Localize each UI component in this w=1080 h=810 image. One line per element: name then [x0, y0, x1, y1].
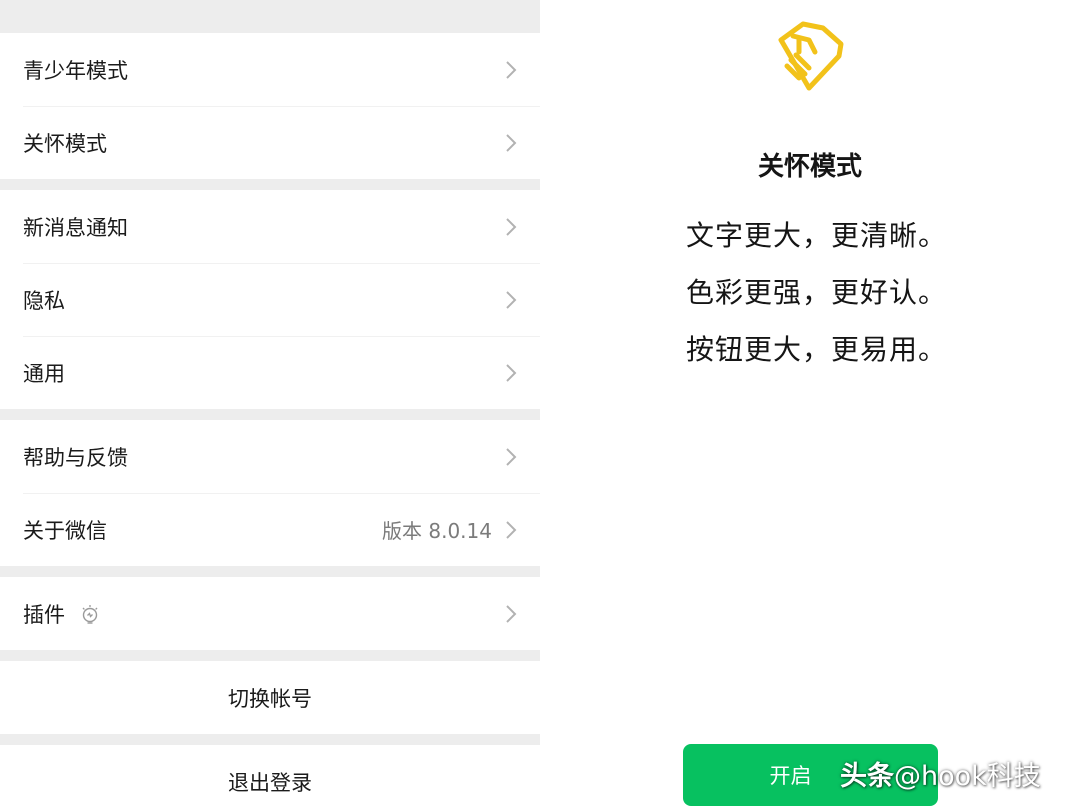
logout-button[interactable]: 退出登录	[0, 745, 540, 810]
chevron-right-icon	[506, 217, 517, 236]
care-mode-feature-line: 文字更大，更清晰。	[686, 219, 948, 252]
group-gap	[0, 409, 540, 420]
settings-item-label: 插件	[23, 602, 65, 627]
group-gap	[0, 566, 540, 577]
group-gap	[0, 650, 540, 661]
chevron-right-icon	[506, 363, 517, 382]
watermark-handle: @hook科技	[894, 761, 1041, 792]
care-hands-heart-icon	[778, 21, 844, 91]
enable-button-label: 开启	[769, 764, 812, 788]
chevron-right-icon	[506, 447, 517, 466]
settings-item-label: 青少年模式	[23, 58, 128, 83]
settings-panel: 青少年模式 关怀模式 新消息通知 隐私 通用 帮助与反馈 关于微信 版本 8.0…	[0, 0, 540, 810]
settings-item-plugins[interactable]: 插件	[0, 577, 540, 650]
care-mode-panel: 关怀模式 文字更大，更清晰。 色彩更强，更好认。 按钮更大，更易用。 开启 头条…	[540, 0, 1080, 810]
care-mode-feature-line: 按钮更大，更易用。	[686, 333, 948, 366]
watermark-brand: 头条	[840, 761, 894, 792]
chevron-right-icon	[506, 604, 517, 623]
chevron-right-icon	[506, 520, 517, 539]
chevron-right-icon	[506, 60, 517, 79]
care-mode-title: 关怀模式	[757, 152, 862, 182]
settings-item-label: 关怀模式	[23, 131, 107, 156]
settings-item-label: 帮助与反馈	[23, 445, 128, 470]
group-gap	[0, 734, 540, 745]
settings-item-teen-mode[interactable]: 青少年模式	[0, 33, 540, 106]
version-value: 版本 8.0.14	[382, 519, 492, 543]
chevron-right-icon	[506, 290, 517, 309]
care-mode-feature-line: 色彩更强，更好认。	[686, 276, 948, 309]
group-gap	[0, 179, 540, 190]
settings-item-label: 关于微信	[23, 518, 107, 543]
settings-item-notifications[interactable]: 新消息通知	[0, 190, 540, 263]
settings-item-help-feedback[interactable]: 帮助与反馈	[0, 420, 540, 493]
settings-item-label: 隐私	[23, 288, 65, 313]
settings-group-3: 帮助与反馈 关于微信 版本 8.0.14	[0, 420, 540, 566]
settings-group-1: 青少年模式 关怀模式	[0, 33, 540, 179]
group-gap	[0, 0, 540, 33]
settings-item-general[interactable]: 通用	[0, 336, 540, 409]
chevron-right-icon	[506, 133, 517, 152]
lightbulb-icon	[82, 604, 98, 624]
settings-item-about-wechat[interactable]: 关于微信 版本 8.0.14	[0, 493, 540, 566]
settings-item-label: 通用	[23, 361, 65, 386]
screen: 青少年模式 关怀模式 新消息通知 隐私 通用 帮助与反馈 关于微信 版本 8.0…	[0, 0, 1080, 810]
settings-group-2: 新消息通知 隐私 通用	[0, 190, 540, 409]
switch-account-button[interactable]: 切换帐号	[0, 661, 540, 734]
switch-account-label: 切换帐号	[228, 686, 312, 711]
settings-item-label: 新消息通知	[23, 215, 128, 240]
settings-item-care-mode[interactable]: 关怀模式	[0, 106, 540, 179]
logout-label: 退出登录	[228, 770, 312, 795]
settings-item-privacy[interactable]: 隐私	[0, 263, 540, 336]
watermark: 头条@hook科技	[840, 754, 1041, 793]
settings-group-4: 插件	[0, 577, 540, 650]
